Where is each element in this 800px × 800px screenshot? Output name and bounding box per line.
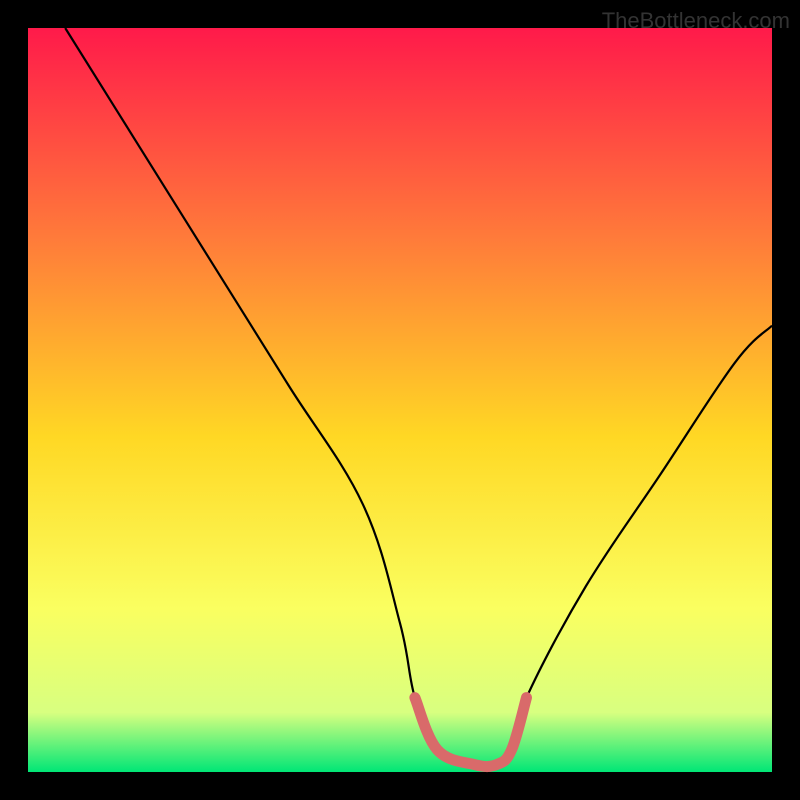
- bottleneck-chart: [0, 0, 800, 800]
- plot-background: [28, 28, 772, 772]
- watermark-text: TheBottleneck.com: [602, 8, 790, 34]
- chart-container: TheBottleneck.com: [0, 0, 800, 800]
